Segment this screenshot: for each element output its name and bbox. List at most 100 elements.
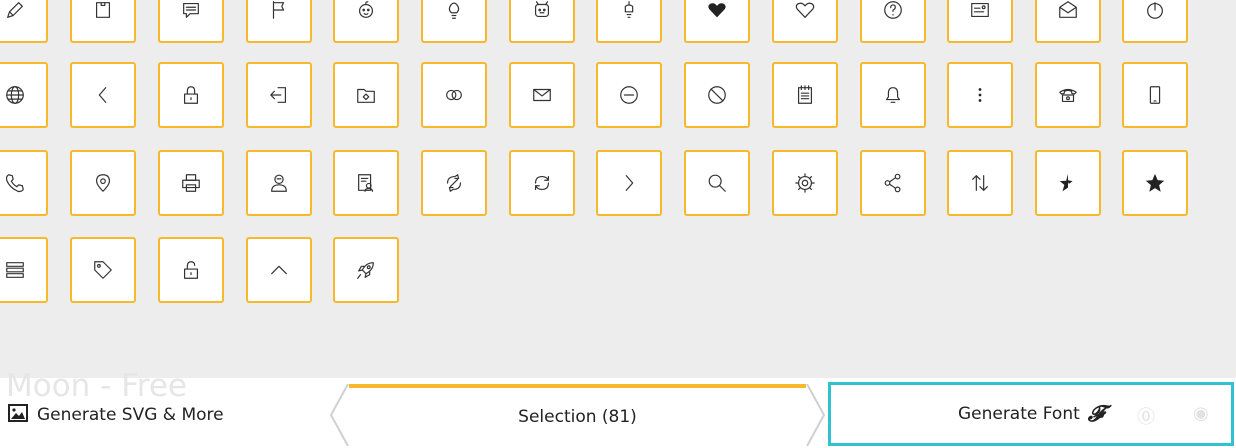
icon-tile[interactable] [246,62,312,128]
mail-open-icon [1059,1,1077,18]
image-icon [8,403,28,427]
sync-icon [446,174,462,192]
faint-icon: ⓪ [1137,407,1155,428]
icon-tile[interactable] [158,237,224,303]
icon-tile[interactable] [947,0,1013,43]
user-profile-icon [271,174,287,192]
font-icon: 𝓕 [1087,401,1105,427]
bell-icon [885,87,901,103]
generate-font-label: Generate Font [957,404,1080,424]
icon-tile[interactable] [333,237,399,303]
card-icon [971,2,989,18]
icon-tile[interactable] [1122,150,1188,216]
icon-tile[interactable] [860,62,926,128]
icon-tile[interactable] [596,0,662,43]
chevron-right-icon [625,175,634,191]
icon-tile[interactable] [70,0,136,43]
face-icon [534,1,550,18]
icon-tile[interactable] [596,150,662,216]
icon-tile[interactable] [860,0,926,43]
eye-icon: ◉ [1193,403,1209,424]
icon-tile[interactable] [333,0,399,43]
pencil-icon [7,2,23,18]
icon-tile[interactable] [246,237,312,303]
generate-svg-label: Generate SVG & More [37,405,224,425]
lock-icon [183,86,199,104]
unlock-icon [183,261,199,279]
icon-tile[interactable] [158,62,224,128]
icon-tile[interactable] [947,150,1013,216]
icon-tile[interactable] [0,150,48,216]
chevron-left-icon [98,87,107,103]
phone-classic-icon [1059,88,1077,103]
flag-icon [272,1,285,19]
icon-tile[interactable] [333,150,399,216]
icon-tile[interactable] [772,0,838,43]
icon-tile[interactable] [158,0,224,43]
icon-tile[interactable] [1035,0,1101,43]
icon-tile[interactable] [772,62,838,128]
icon-tile[interactable] [421,150,487,216]
icon-tile[interactable] [684,150,750,216]
generate-font-button[interactable]: Generate Font 𝓕 ⓪ ◉ [828,382,1234,446]
icon-tile[interactable] [158,150,224,216]
lightbulb-icon [448,2,460,19]
sign-in-icon [270,87,287,103]
baby-icon [358,1,374,18]
tab-right-edge [806,384,826,446]
selection-label: Selection (81) [518,406,637,427]
more-vertical-icon [978,88,982,102]
minus-circle-icon [620,86,638,104]
gear-icon [795,173,815,193]
icon-grid [0,0,1236,378]
icon-tile[interactable] [947,62,1013,128]
icon-tile[interactable] [860,150,926,216]
tag-icon [94,261,112,279]
notepad-icon [797,85,813,104]
icon-tile[interactable] [1122,62,1188,128]
rings-icon [446,89,462,101]
power-icon [1147,2,1163,19]
list-icon [6,262,24,278]
icon-tile[interactable] [70,62,136,128]
rocket-icon [357,262,374,279]
ban-icon [708,86,726,104]
icon-tile[interactable] [772,150,838,216]
icon-tile[interactable] [0,62,48,128]
icon-tile[interactable] [421,62,487,128]
generate-svg-button[interactable]: Generate SVG & More [8,392,224,438]
icon-tile[interactable] [246,0,312,43]
icon-tile[interactable] [70,237,136,303]
icon-tile[interactable] [1035,62,1101,128]
icon-tile[interactable] [684,62,750,128]
refresh-icon [534,175,550,191]
heart-icon [795,2,815,18]
icon-tile[interactable] [1035,150,1101,216]
icon-tile[interactable] [509,150,575,216]
phone-icon [5,174,24,193]
icon-tile[interactable] [70,150,136,216]
icon-tile[interactable] [1122,0,1188,43]
safe-folder-icon [357,88,375,103]
globe-icon [6,86,24,104]
icon-tile[interactable] [509,0,575,43]
icon-tile[interactable] [246,150,312,216]
icon-tile[interactable] [509,62,575,128]
icon-tile[interactable] [0,0,48,43]
star-half-icon [1059,173,1073,192]
printer-icon [182,174,200,192]
icon-tile[interactable] [596,62,662,128]
icon-tile[interactable] [684,0,750,43]
idea-icon [624,1,634,18]
icon-tile[interactable] [421,0,487,43]
search-icon [708,174,726,192]
star-icon [1145,173,1165,192]
heart-filled-icon [708,3,726,18]
chat-icon [183,2,199,18]
id-card-icon [358,174,374,192]
chevron-up-icon [271,265,287,275]
selection-tab[interactable]: Selection (81) [329,384,826,446]
icon-tile[interactable] [0,237,48,303]
tab-left-edge [329,384,349,446]
icon-tile[interactable] [333,62,399,128]
